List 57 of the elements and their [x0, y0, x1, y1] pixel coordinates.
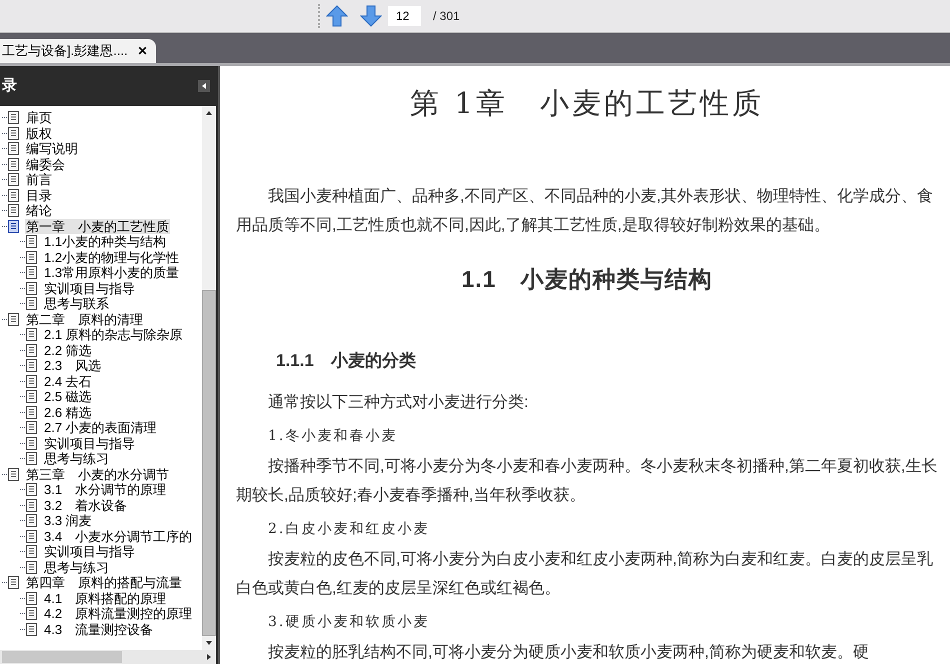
- toc-item[interactable]: 3.3 润麦: [43, 513, 93, 528]
- arrow-up-icon[interactable]: [326, 5, 348, 27]
- toc-item[interactable]: 实训项目与指导: [43, 436, 136, 451]
- collapse-icon[interactable]: [198, 80, 210, 92]
- toc-item[interactable]: 1.2小麦的物理与化学性: [43, 250, 180, 265]
- toc-item[interactable]: 1.3常用原料小麦的质量: [43, 265, 180, 280]
- toc-item[interactable]: 3.4 小麦水分调节工序的: [43, 528, 194, 544]
- document-tab[interactable]: 工艺与设备].彭建恩.... ✕: [0, 39, 156, 63]
- toc-item[interactable]: 3.1 水分调节的原理: [43, 482, 168, 498]
- close-tab-button[interactable]: ✕: [138, 42, 148, 60]
- toc-item[interactable]: 编委会: [25, 156, 66, 172]
- toc-item[interactable]: 4.2 原料流量测控的原理: [43, 606, 194, 622]
- toc-item[interactable]: 版权: [25, 126, 53, 141]
- toc-item[interactable]: 2.2 筛选: [43, 342, 93, 358]
- page-number-field[interactable]: 12: [388, 6, 421, 26]
- toc-item[interactable]: 思考与联系: [43, 296, 110, 312]
- paragraph: 我国小麦种植面广、品种多,不同产区、不同品种的小麦,其外表形状、物理特性、化学成分、食用品质等不同,工艺性质也就不同,因此,了解其工艺性质,是取得较好制粉效果的基础。: [236, 186, 934, 236]
- toc-item[interactable]: 2.7 小麦的表面清理: [43, 420, 158, 436]
- arrow-down-icon[interactable]: [360, 5, 382, 27]
- toc-item[interactable]: 实训项目与指导: [43, 544, 136, 560]
- toc-item[interactable]: 扉页: [25, 110, 53, 126]
- toc-item[interactable]: 第一章 小麦的工艺性质: [25, 218, 170, 234]
- paragraph: 通常按以下三种方式对小麦进行分类:: [267, 392, 530, 412]
- toc-item[interactable]: 2.6 精选: [43, 404, 93, 420]
- list-heading: 2.白皮小麦和红皮小麦: [267, 520, 430, 538]
- toc-item[interactable]: 2.4 去石: [43, 374, 93, 389]
- toc-item[interactable]: 第二章 原料的清理: [25, 312, 144, 327]
- toc-item[interactable]: 第四章 原料的搭配与流量: [25, 575, 183, 590]
- toc-item[interactable]: 3.2 着水设备: [43, 498, 128, 513]
- heading: 1.1 小麦的种类与结构: [460, 264, 714, 294]
- toc-item[interactable]: 2.3 风选: [43, 358, 102, 374]
- list-heading: 1.冬小麦和春小麦: [267, 426, 398, 446]
- toc-item[interactable]: 编写说明: [25, 141, 79, 156]
- toc-item[interactable]: 第三章 小麦的水分调节: [25, 466, 170, 482]
- vertical-scrollbar[interactable]: [202, 106, 216, 650]
- toc-item[interactable]: 实训项目与指导: [43, 280, 136, 296]
- page-total: / 301: [433, 8, 460, 25]
- heading: 第 1章 小麦的工艺性质: [409, 85, 765, 122]
- toc-item[interactable]: 前言: [25, 172, 53, 188]
- paragraph: 按麦粒的皮色不同,可将小麦分为白皮小麦和红皮小麦两种,简称为白麦和红麦。白麦的皮层呈乳白色或黄白色,红麦的皮层呈深红色或红褐色。: [236, 550, 934, 598]
- paragraph: 按播种季节不同,可将小麦分为冬小麦和春小麦两种。冬小麦秋末冬初播种,第二年夏初收获,生长期较长,品质较好;春小麦春季播种,当年秋季收获。: [236, 456, 938, 506]
- toc-item[interactable]: 2.5 磁选: [43, 389, 93, 404]
- scroll-thumb[interactable]: [202, 290, 216, 636]
- list-heading: 3.硬质小麦和软质小麦: [267, 612, 430, 632]
- toc-item[interactable]: 绪论: [25, 203, 53, 218]
- toc-item[interactable]: 思考与练习: [43, 560, 110, 575]
- toc-item[interactable]: 4.1 原料搭配的原理: [43, 590, 168, 606]
- horizontal-scrollbar[interactable]: [0, 650, 216, 664]
- toc-item[interactable]: 思考与练习: [43, 451, 110, 466]
- paragraph: 按麦粒的胚乳结构不同,可将小麦分为硬质小麦和软质小麦两种,简称为硬麦和软麦。硬: [267, 642, 870, 662]
- toc-item[interactable]: 4.3 流量测控设备: [43, 622, 154, 637]
- toc-item[interactable]: 目录: [25, 188, 53, 203]
- toc-item[interactable]: 2.1 原料的杂志与除杂原: [43, 327, 184, 342]
- toc-item[interactable]: 1.1小麦的种类与结构: [43, 234, 168, 250]
- sidebar-title: 录: [2, 76, 17, 96]
- heading: 1.1.1 小麦的分类: [275, 350, 417, 372]
- tab-title: 工艺与设备].彭建恩....: [2, 42, 128, 60]
